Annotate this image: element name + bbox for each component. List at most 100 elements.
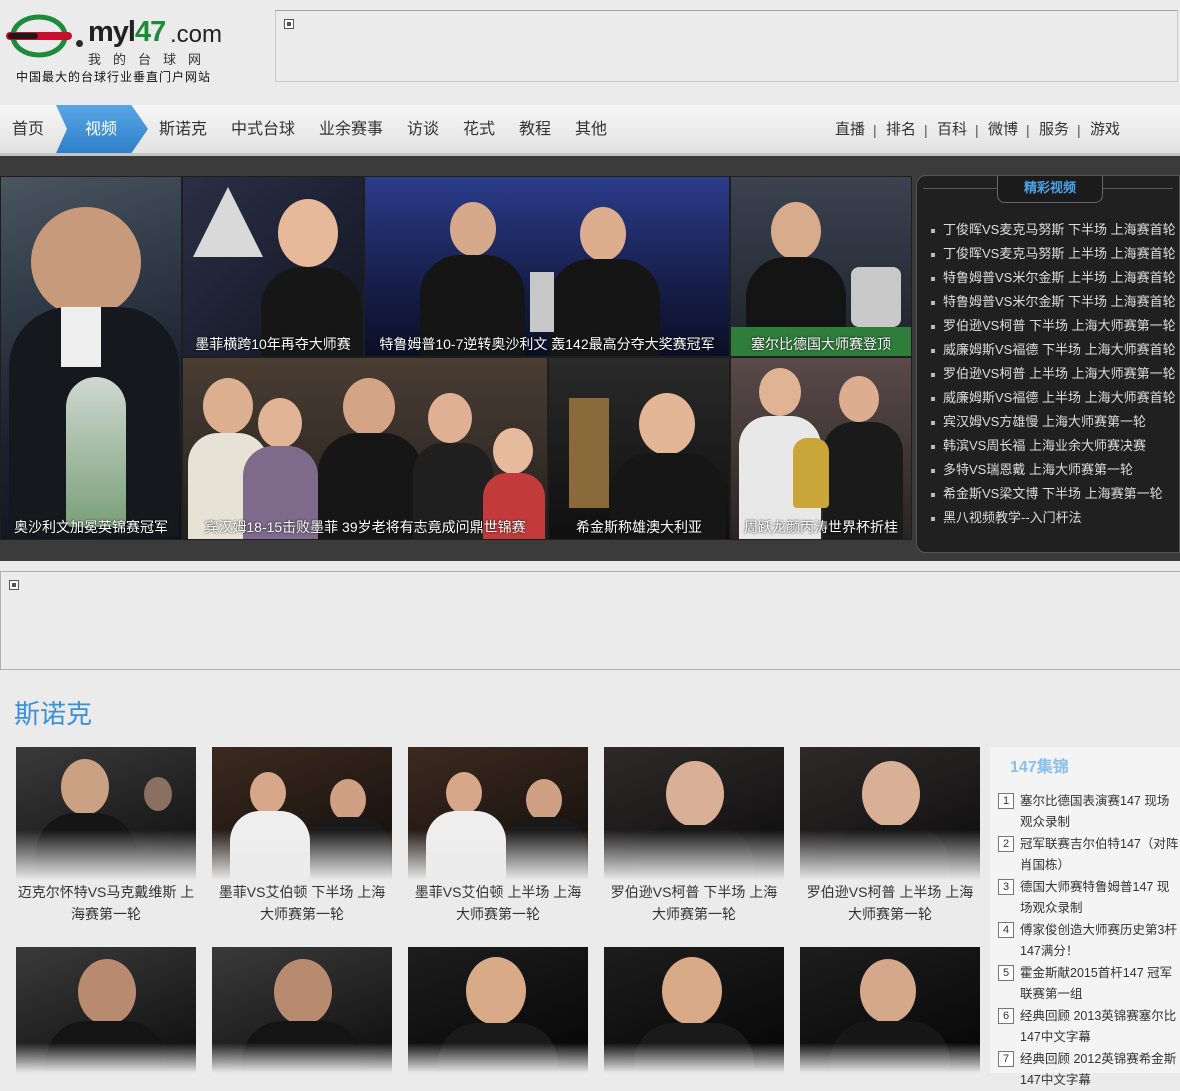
video-thumbnail	[16, 747, 196, 880]
nav-item-tutorial[interactable]: 教程	[519, 105, 551, 153]
video-link[interactable]: 罗伯逊VS柯普 下半场 上海大师赛第一轮	[929, 314, 1179, 338]
rank-number: 3	[998, 879, 1014, 895]
highlight-link[interactable]: 德国大师赛特鲁姆普147 现场观众录制	[1020, 877, 1180, 919]
video-thumbnail	[604, 947, 784, 1073]
nav-link-games[interactable]: 游戏	[1090, 105, 1120, 155]
player-figure	[759, 368, 801, 416]
section-title: 斯诺克	[14, 699, 93, 729]
video-card-title: 迈克尔怀特VS马克戴维斯 上海赛第一轮	[17, 884, 195, 922]
highlight-link[interactable]: 经典回顾 2012英锦赛希金斯147中文字幕	[1020, 1049, 1180, 1091]
site-slogan: 中国最大的台球行业垂直门户网站	[16, 70, 212, 84]
video-link[interactable]: 多特VS瑞恩戴 上海大师赛第一轮	[929, 458, 1179, 482]
video-thumbnail	[604, 747, 784, 880]
focus-photo-caption: 奥沙利文加冕英锦赛冠军	[14, 519, 168, 535]
nav-separator: |	[924, 122, 928, 138]
video-link[interactable]: 宾汉姆VS方雄慢 上海大师赛第一轮	[929, 410, 1179, 434]
video-link[interactable]: 威廉姆斯VS福德 上半场 上海大师赛首轮	[929, 386, 1179, 410]
nav-link-live[interactable]: 直播	[835, 105, 865, 155]
logo-chinese-name: 我的台球网	[88, 52, 214, 67]
video-list: 丁俊晖VS麦克马努斯 下半场 上海赛首轮 丁俊晖VS麦克马努斯 上半场 上海赛首…	[929, 218, 1179, 530]
focus-photo-caption: 希金斯称雄澳大利亚	[576, 519, 702, 535]
header: myl47 .com 我的台球网 中国最大的台球行业垂直门户网站	[0, 0, 1180, 104]
broken-image-icon	[9, 580, 19, 590]
video-link[interactable]: 黑八视频教学--入门杆法	[929, 506, 1179, 530]
video-thumbnail	[16, 947, 196, 1073]
logo-dotcom: .com	[170, 21, 223, 48]
player-figure	[639, 393, 695, 455]
highlight-link[interactable]: 冠军联赛吉尔伯特147（对阵肖国栋）	[1020, 834, 1180, 876]
player-figure	[839, 376, 879, 422]
player-figure	[61, 307, 101, 367]
focus-photo[interactable]: 奥沙利文加冕英锦赛冠军	[0, 176, 182, 540]
logo-word: myl47	[88, 16, 166, 48]
video-link[interactable]: 丁俊晖VS麦克马努斯 下半场 上海赛首轮	[929, 218, 1179, 242]
highlight-link[interactable]: 经典回顾 2013英锦赛塞尔比147中文字幕	[1020, 1006, 1180, 1048]
video-thumbnail	[408, 747, 588, 880]
panel-title: 精彩视频	[997, 176, 1103, 203]
nav-link-service[interactable]: 服务	[1039, 105, 1069, 155]
focus-photo-caption: 宾汉姆18-15击败墨菲 39岁老将有志竟成问鼎世锦赛	[204, 519, 526, 535]
video-link[interactable]: 特鲁姆普VS米尔金斯 下半场 上海赛首轮	[929, 290, 1179, 314]
nav-item-amateur[interactable]: 业余赛事	[319, 105, 383, 153]
nav-separator: |	[975, 122, 979, 138]
player-figure	[580, 207, 626, 261]
focus-photo-caption: 周跃龙颜丙涛世界杯折桂	[744, 519, 898, 535]
player-figure	[771, 202, 821, 260]
nav-item-chinese-billiards[interactable]: 中式台球	[231, 105, 295, 153]
rank-number: 2	[998, 836, 1014, 852]
logo-mark-icon	[6, 14, 72, 58]
person-figure	[493, 428, 533, 474]
video-thumbnail	[800, 747, 980, 880]
nav-separator: |	[1026, 122, 1030, 138]
video-thumbnail	[800, 947, 980, 1073]
nav-item-home[interactable]: 首页	[12, 105, 44, 153]
trophy-figure	[66, 377, 126, 527]
nav-item-interview[interactable]: 访谈	[407, 105, 439, 153]
nav-item-snooker[interactable]: 斯诺克	[159, 105, 207, 153]
person-figure	[428, 393, 472, 443]
main-nav: 首页 视频 斯诺克 中式台球 业余赛事 访谈 花式 教程 其他 直播 | 排名 …	[0, 105, 1180, 156]
nav-link-ranking[interactable]: 排名	[886, 105, 916, 155]
video-link[interactable]: 希金斯VS梁文博 下半场 上海赛第一轮	[929, 482, 1179, 506]
trophy-figure	[851, 267, 901, 327]
focus-photo-caption: 特鲁姆普10-7逆转奥沙利文 轰142最高分夺大奖赛冠军	[379, 336, 715, 352]
trophy-figure	[569, 398, 609, 508]
video-link[interactable]: 丁俊晖VS麦克马努斯 上半场 上海赛首轮	[929, 242, 1179, 266]
player-figure	[746, 257, 846, 337]
focus-photo[interactable]: 墨菲横跨10年再夺大师赛	[182, 176, 364, 357]
highlight-link[interactable]: 傅家俊创造大师赛历史第3杆147满分！	[1020, 920, 1180, 962]
video-link[interactable]: 威廉姆斯VS福德 下半场 上海大师赛首轮	[929, 338, 1179, 362]
focus-photo[interactable]: 塞尔比德国大师赛登顶	[730, 176, 912, 357]
nav-link-wiki[interactable]: 百科	[937, 105, 967, 155]
focus-photo[interactable]: 宾汉姆18-15击败墨菲 39岁老将有志竟成问鼎世锦赛	[182, 357, 548, 540]
focus-photo[interactable]: 周跃龙颜丙涛世界杯折桂	[730, 357, 912, 540]
broken-image-icon	[284, 19, 294, 29]
focus-photo[interactable]: 特鲁姆普10-7逆转奥沙利文 轰142最高分夺大奖赛冠军	[364, 176, 730, 357]
highlight-link[interactable]: 塞尔比德国表演赛147 现场观众录制	[1020, 791, 1180, 833]
rank-number: 7	[998, 1051, 1014, 1067]
trophy-figure	[193, 187, 263, 257]
focus-photo-caption: 墨菲横跨10年再夺大师赛	[195, 336, 351, 352]
rank-number: 1	[998, 793, 1014, 809]
top-ad-banner[interactable]	[275, 10, 1178, 82]
focus-photo[interactable]: 希金斯称雄澳大利亚	[548, 357, 730, 540]
nav-link-weibo[interactable]: 微博	[988, 105, 1018, 155]
highlight-link[interactable]: 霍金斯献2015首杆147 冠军联赛第一组	[1020, 963, 1180, 1005]
nav-item-fancy[interactable]: 花式	[463, 105, 495, 153]
highlights-sidebar: 147集锦 1 塞尔比德国表演赛147 现场观众录制 2 冠军联赛吉尔伯特147…	[990, 747, 1180, 1087]
nav-item-video[interactable]: 视频	[85, 105, 117, 155]
nav-separator: |	[873, 122, 877, 138]
sidebar-title: 147集锦	[1010, 759, 1069, 776]
person-figure	[203, 378, 253, 434]
video-card-title: 罗伯逊VS柯普 上半场 上海大师赛第一轮	[806, 884, 974, 922]
video-link[interactable]: 罗伯逊VS柯普 上半场 上海大师赛第一轮	[929, 362, 1179, 386]
player-figure	[278, 199, 338, 267]
rank-number: 5	[998, 965, 1014, 981]
middle-ad-banner[interactable]	[0, 571, 1180, 670]
nav-item-other[interactable]: 其他	[575, 105, 607, 153]
player-figure	[343, 378, 395, 436]
video-thumbnail	[408, 947, 588, 1073]
video-link[interactable]: 特鲁姆普VS米尔金斯 上半场 上海赛首轮	[929, 266, 1179, 290]
video-link[interactable]: 韩滨VS周长福 上海业余大师赛决赛	[929, 434, 1179, 458]
player-figure	[31, 207, 141, 317]
